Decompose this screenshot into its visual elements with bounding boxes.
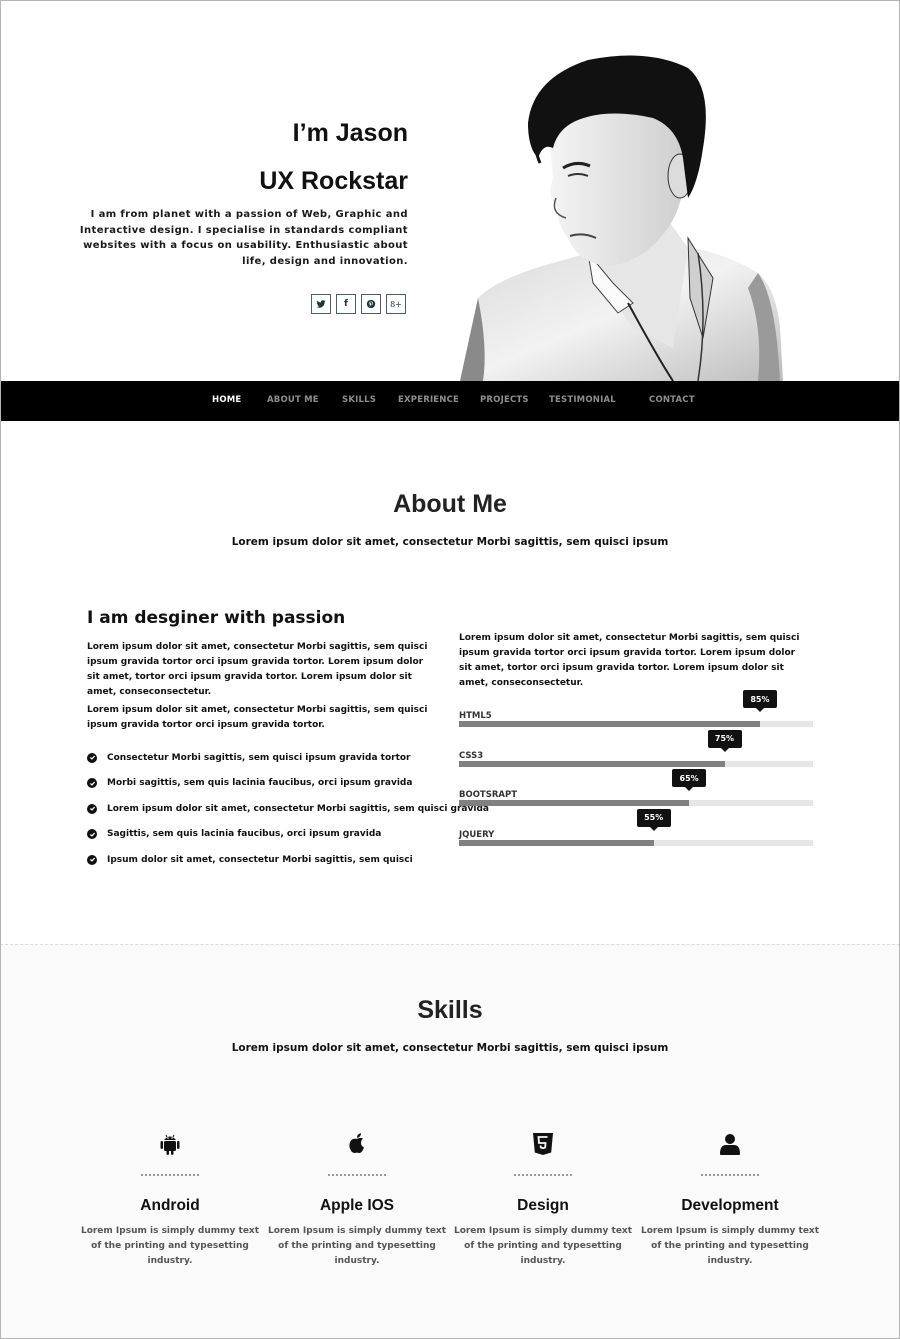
divider-dots [701,1174,759,1176]
facebook-button[interactable]: f [336,294,356,314]
skill-bar-fill [459,721,760,727]
skill-name: Android [140,1197,200,1214]
nav-experience[interactable]: EXPERIENCE [398,395,459,405]
facebook-icon: f [344,299,348,309]
nav-projects[interactable]: PROJECTS [480,395,529,405]
skill-bar-track [459,839,813,846]
checklist-text: Consectetur Morbi sagittis, sem quisci i… [107,752,411,763]
about-checklist: Consectetur Morbi sagittis, sem quisci i… [87,745,489,873]
user-icon [720,1134,740,1155]
skill-bar-track [459,800,813,806]
checklist-text: Lorem ipsum dolor sit amet, consectetur … [107,803,489,814]
checklist-item: Sagittis, sem quis lacinia faucibus, orc… [87,822,452,848]
hero-description: I am from planet with a passion of Web, … [79,209,408,267]
about-right-paragraph: Lorem ipsum dolor sit amet, consectetur … [459,633,800,688]
about-title: About Me [393,490,507,518]
skills-title: Skills [417,996,483,1024]
skill-description: Lorem Ipsum is simply dummy text of the … [267,1226,447,1266]
skill-bar-jquery: 55% JQUERY [459,808,813,849]
skill-card-development: Development Lorem Ipsum is simply dummy … [640,1130,820,1269]
skill-bar-css3: 75% CSS3 [459,729,813,770]
skills-subtitle: Lorem ipsum dolor sit amet, consectetur … [231,1042,669,1054]
nav-home[interactable]: HOME [212,395,241,405]
check-circle-icon [87,803,97,814]
skill-bar-bootstrap: 65% BOOTSRAPT [459,769,813,809]
checklist-text: Morbi sagittis, sem quis lacinia faucibu… [107,778,413,789]
skill-card-android: Android Lorem Ipsum is simply dummy text… [80,1130,260,1269]
skill-name: Design [517,1197,569,1214]
twitter-icon [316,300,326,308]
skill-bar-track [459,721,813,727]
social-links: f 8+ [311,294,406,314]
skill-bar-label: HTML5 [459,711,492,721]
divider-dots [328,1174,386,1176]
checklist-text: Ipsum dolor sit amet, consectetur Morbi … [107,854,413,865]
check-circle-icon [87,829,97,840]
portrait-image [460,55,783,381]
skill-card-design: Design Lorem Ipsum is simply dummy text … [453,1130,633,1269]
google-plus-icon: 8+ [390,299,402,309]
skill-bars: 85% HTML5 75% CSS3 65% BOOTSRAPT 55% JQU… [459,690,813,848]
twitter-button[interactable] [311,294,331,314]
skill-description: Lorem Ipsum is simply dummy text of the … [80,1226,260,1266]
nav-skills[interactable]: SKILLS [342,395,376,405]
checklist-item: Ipsum dolor sit amet, consectetur Morbi … [87,847,452,873]
pinterest-icon [366,299,376,309]
check-circle-icon [87,778,97,789]
google-plus-button[interactable]: 8+ [386,294,406,314]
nav-contact[interactable]: CONTACT [649,395,695,405]
about-subtitle: Lorem ipsum dolor sit amet, consectetur … [231,536,669,548]
check-circle-icon [87,854,97,865]
about-paragraph-1: Lorem ipsum dolor sit amet, consectetur … [87,642,428,697]
apple-icon [349,1133,364,1153]
checklist-item: Consectetur Morbi sagittis, sem quisci i… [87,745,452,771]
skill-bar-html5: 85% HTML5 [459,690,813,730]
hero-role: UX Rockstar [259,167,408,195]
nav-testimonial[interactable]: TESTIMONIAL [549,395,616,405]
about-heading: I am desginer with passion [87,608,346,628]
skill-name: Development [681,1197,779,1214]
skill-description: Lorem Ipsum is simply dummy text of the … [453,1226,633,1266]
skill-name: Apple IOS [319,1197,395,1214]
skill-percent-tooltip: 85% [742,690,777,712]
main-nav: HOME ABOUT ME SKILLS EXPERIENCE PROJECTS… [0,381,900,421]
hero-section: I’m Jason UX Rockstar I am from planet w… [0,0,900,381]
divider-dots [514,1174,572,1176]
skill-bar-label: BOOTSRAPT [459,790,518,800]
checklist-item: Lorem ipsum dolor sit amet, consectetur … [87,796,489,822]
checklist-text: Sagittis, sem quis lacinia faucibus, orc… [107,829,382,840]
skill-bar-label: JQUERY [459,829,495,840]
skill-percent-tooltip: 65% [672,769,707,791]
skill-bar-fill [459,760,725,767]
skill-percent-tooltip: 55% [636,808,671,831]
checklist-item: Morbi sagittis, sem quis lacinia faucibu… [87,771,452,797]
skill-bar-label: CSS3 [459,750,484,761]
divider-dots [141,1174,199,1176]
skill-percent-tooltip: 75% [707,729,742,752]
skill-card-apple-ios: Apple IOS Lorem Ipsum is simply dummy te… [267,1130,447,1269]
skill-bar-fill [459,800,690,806]
about-paragraph-2: Lorem ipsum dolor sit amet, consectetur … [87,705,428,730]
nav-about-me[interactable]: ABOUT ME [267,395,319,405]
skill-bar-track [459,760,813,767]
skill-description: Lorem Ipsum is simply dummy text of the … [640,1226,820,1266]
hero-greeting: I’m Jason [292,119,408,147]
skill-bar-fill [459,839,654,846]
html5-icon [533,1133,553,1155]
pinterest-button[interactable] [361,294,381,314]
android-icon [160,1134,180,1155]
check-circle-icon [87,752,97,763]
